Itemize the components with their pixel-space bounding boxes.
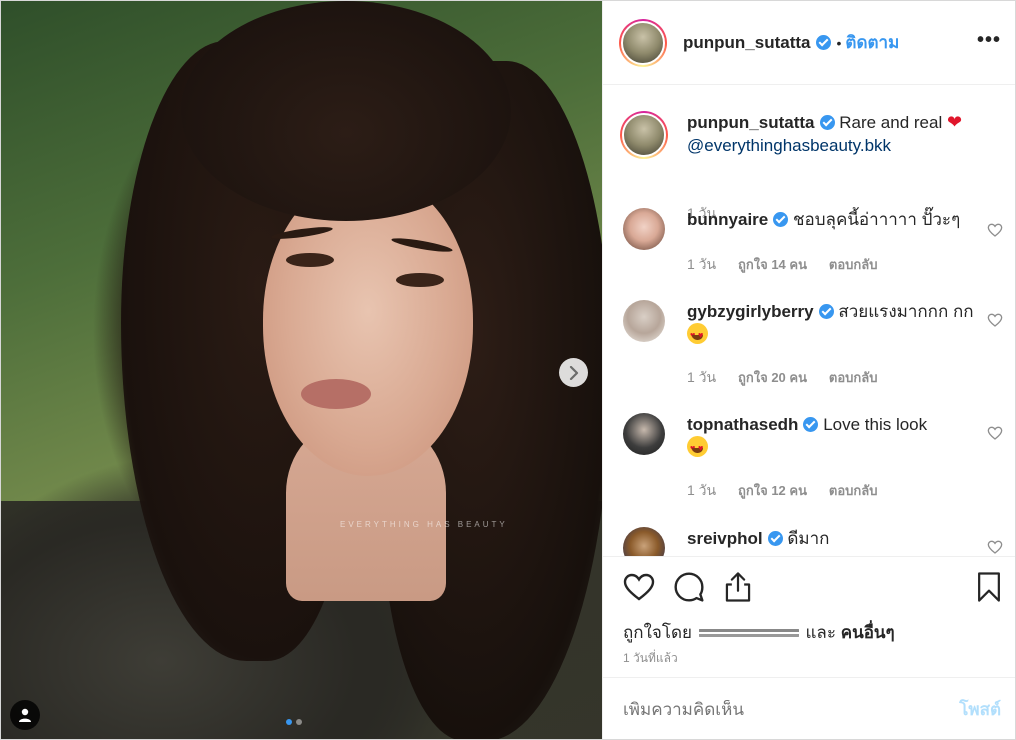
likes-others-link[interactable]: คนอื่นๆ	[841, 623, 895, 642]
comment-username[interactable]: bunnyaire	[687, 210, 768, 229]
comment-item: topnathasedh Love this look 1 วัน ถูกใจ …	[623, 413, 1003, 513]
share-icon[interactable]	[723, 571, 753, 603]
comment-text: gybzygirlyberry สวยแรงมากกก กก	[687, 300, 977, 347]
instagram-post-modal: EVERYTHING HAS BEAUTY punpun_sutatta • ต…	[0, 0, 1016, 740]
photo-eye-right	[396, 273, 444, 287]
avatar-image	[621, 20, 665, 65]
comments-list[interactable]: punpun_sutatta Rare and real ❤ @everythi…	[603, 86, 1015, 556]
verified-badge-icon	[767, 531, 783, 546]
heart-eyes-emoji-icon	[687, 436, 708, 460]
carousel-next-button[interactable]	[559, 358, 588, 387]
comment-time[interactable]: 1 วัน	[687, 256, 716, 272]
likes-and-label: และ	[805, 623, 836, 642]
redacted-username	[698, 627, 799, 639]
comment-meta: 1 วัน ถูกใจ 14 คน ตอบกลับ	[687, 254, 895, 276]
post-time-ago[interactable]: 1 วันที่แล้ว	[623, 649, 678, 668]
caption-username[interactable]: punpun_sutatta	[687, 113, 815, 132]
like-comment-heart-icon[interactable]	[987, 425, 1003, 441]
follow-button[interactable]: ติดตาม	[845, 29, 899, 56]
add-comment-bar: โพสต์	[603, 677, 1015, 739]
like-comment-heart-icon[interactable]	[987, 539, 1003, 555]
verified-badge-icon	[819, 115, 835, 130]
avatar-image	[622, 113, 666, 157]
bookmark-icon[interactable]	[975, 571, 1003, 603]
post-header: punpun_sutatta • ติดตาม •••	[603, 1, 1015, 85]
comment-meta: 1 วัน ถูกใจ 20 คน ตอบกลับ	[687, 367, 895, 389]
liked-by-label: ถูกใจโดย	[623, 623, 692, 642]
comment-text: topnathasedh Love this look	[687, 413, 977, 460]
caption-mention-link[interactable]: @everythinghasbeauty.bkk	[687, 136, 891, 155]
comment-body: ชอบลุคนี้อ่าาาาา ปั๊วะๆ	[792, 210, 961, 229]
user-icon	[19, 708, 31, 722]
reply-button[interactable]: ตอบกลับ	[829, 370, 878, 385]
photo-hair-top	[181, 1, 511, 221]
heart-eyes-emoji-icon	[687, 323, 708, 347]
comment-avatar[interactable]	[623, 208, 665, 250]
comment-likes[interactable]: ถูกใจ 12 คน	[738, 483, 807, 498]
carousel-indicator	[286, 719, 302, 725]
photo-eye-left	[286, 253, 334, 267]
verified-badge-icon	[803, 417, 819, 432]
comment-icon[interactable]	[673, 571, 705, 603]
post-comment-button[interactable]: โพสต์	[959, 696, 1001, 723]
more-options-icon[interactable]: •••	[977, 29, 1001, 52]
comment-body: ดีมาก	[787, 529, 830, 548]
comment-likes[interactable]: ถูกใจ 14 คน	[738, 257, 807, 272]
caption-avatar[interactable]	[620, 111, 668, 159]
comment-item: bunnyaire ชอบลุคนี้อ่าาาาา ปั๊วะๆ 1 วัน …	[623, 208, 1003, 288]
comment-avatar[interactable]	[623, 527, 665, 556]
comment-username[interactable]: topnathasedh	[687, 415, 798, 434]
comment-text: sreivphol ดีมาก	[687, 527, 977, 550]
comment-item: gybzygirlyberry สวยแรงมากกก กก 1 วัน ถูก…	[623, 300, 1003, 400]
comment-username[interactable]: sreivphol	[687, 529, 763, 548]
like-comment-heart-icon[interactable]	[987, 312, 1003, 328]
header-separator: •	[836, 34, 842, 51]
comment-likes[interactable]: ถูกใจ 20 คน	[738, 370, 807, 385]
red-heart-emoji-icon: ❤	[946, 112, 963, 132]
post-photo[interactable]: EVERYTHING HAS BEAUTY	[1, 1, 602, 739]
caption-body: Rare and real	[839, 113, 943, 132]
photo-lips	[301, 379, 371, 409]
reply-button[interactable]: ตอบกลับ	[829, 257, 878, 272]
photo-face	[263, 176, 473, 476]
post-actions: ถูกใจโดย และ คนอื่นๆ 1 วันที่แล้ว	[603, 556, 1015, 676]
carousel-dot	[296, 719, 302, 725]
verified-badge-icon	[773, 212, 789, 227]
tagged-users-button[interactable]	[10, 700, 40, 730]
comment-avatar[interactable]	[623, 413, 665, 455]
comment-input[interactable]	[623, 699, 960, 720]
verified-badge-icon	[818, 304, 834, 319]
reply-button[interactable]: ตอบกลับ	[829, 483, 878, 498]
post-side-panel: punpun_sutatta • ติดตาม ••• punpun_sutat…	[602, 1, 1015, 739]
like-comment-heart-icon[interactable]	[987, 222, 1003, 238]
comment-username[interactable]: gybzygirlyberry	[687, 302, 814, 321]
comment-text: bunnyaire ชอบลุคนี้อ่าาาาา ปั๊วะๆ	[687, 208, 977, 231]
carousel-dot-active	[286, 719, 292, 725]
comment-time[interactable]: 1 วัน	[687, 482, 716, 498]
header-username[interactable]: punpun_sutatta	[683, 33, 811, 53]
comment-body: Love this look	[823, 415, 928, 434]
caption: punpun_sutatta Rare and real ❤ @everythi…	[620, 111, 1003, 221]
action-icons	[623, 571, 1003, 607]
caption-text: punpun_sutatta Rare and real ❤ @everythi…	[687, 111, 977, 157]
comment-body: สวยแรงมากกก กก	[838, 302, 974, 321]
avatar[interactable]	[619, 18, 667, 67]
photo-watermark: EVERYTHING HAS BEAUTY	[340, 520, 508, 529]
comment-item: sreivphol ดีมาก	[623, 527, 1003, 556]
comment-meta: 1 วัน ถูกใจ 12 คน ตอบกลับ	[687, 480, 895, 502]
likes-summary: ถูกใจโดย และ คนอื่นๆ	[623, 619, 895, 646]
comment-time[interactable]: 1 วัน	[687, 369, 716, 385]
heart-icon[interactable]	[623, 571, 655, 603]
verified-badge-icon	[815, 35, 831, 50]
comment-avatar[interactable]	[623, 300, 665, 342]
chevron-right-icon	[569, 365, 578, 380]
